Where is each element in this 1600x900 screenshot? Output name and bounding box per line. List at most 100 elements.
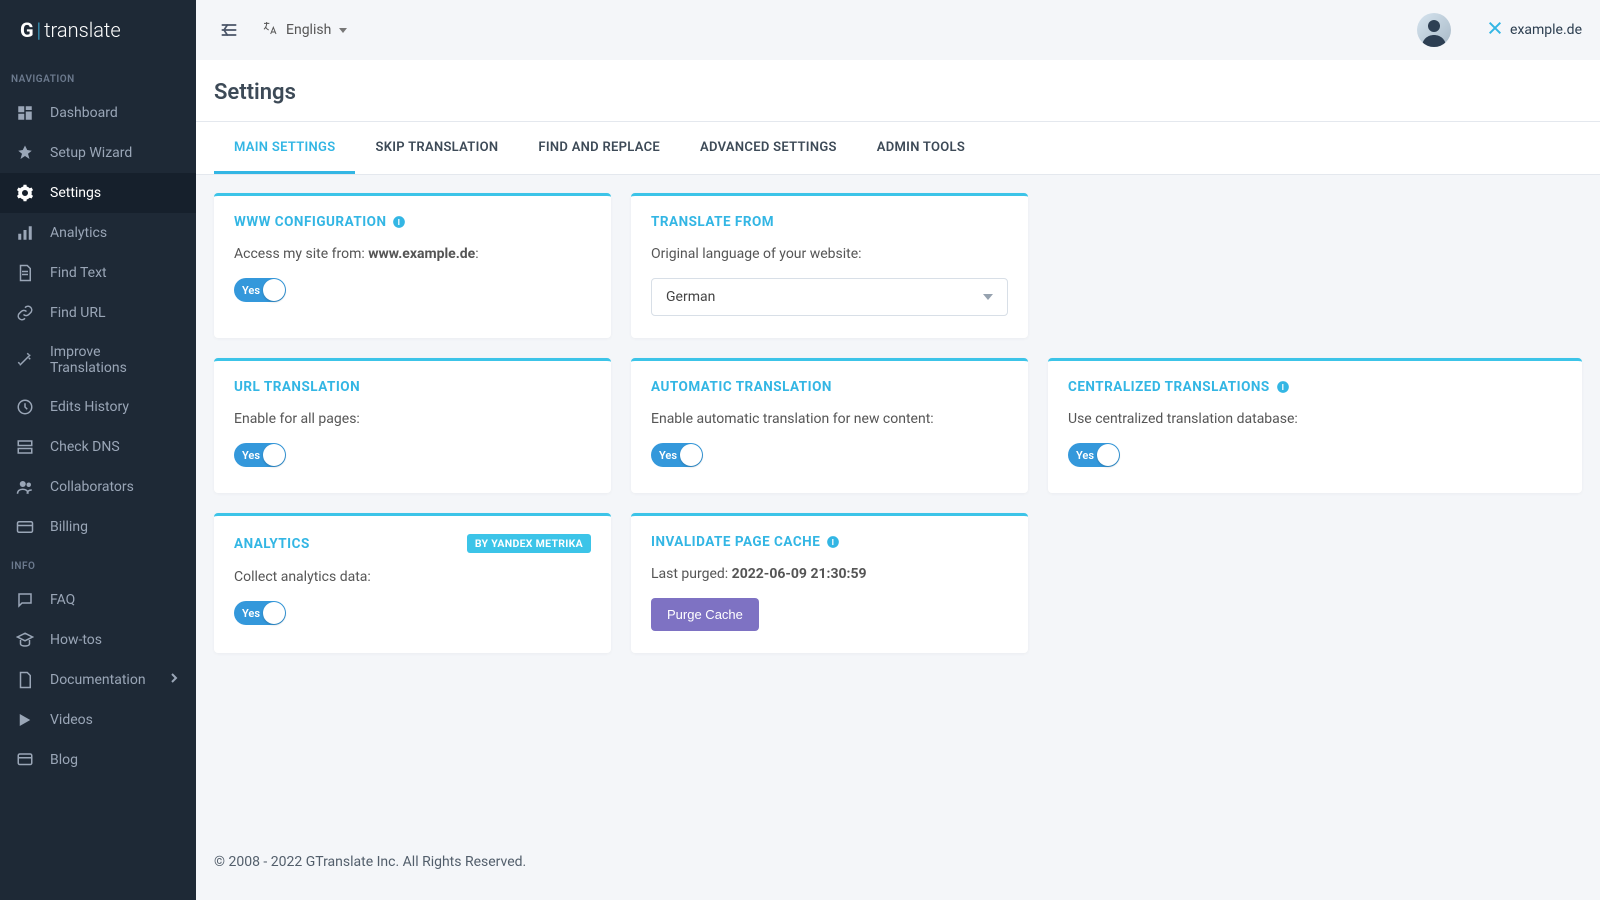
server-icon [16,438,34,456]
select-value: German [666,289,715,305]
sidebar-item-label: Analytics [50,225,107,241]
panel-title: TRANSLATE FROM [651,214,1008,230]
url-translation-toggle[interactable]: Yes [234,443,286,467]
site-label: example.de [1510,22,1582,38]
source-language-select[interactable]: German [651,278,1008,316]
sidebar-item-improve-translations[interactable]: Improve Translations [0,333,196,387]
tab-find-replace[interactable]: FIND AND REPLACE [518,122,680,174]
sidebar-item-blog[interactable]: Blog [0,740,196,780]
sidebar-item-analytics[interactable]: Analytics [0,213,196,253]
panel-desc: Last purged: 2022-06-09 21:30:59 [651,566,1008,582]
sidebar-item-find-url[interactable]: Find URL [0,293,196,333]
chevron-down-icon [983,294,993,300]
panel-url-translation: URL TRANSLATION Enable for all pages: Ye… [214,358,611,493]
search-doc-icon [16,264,34,282]
info-icon[interactable]: i [392,215,406,229]
panel-www-config: WWW CONFIGURATION i Access my site from:… [214,193,611,338]
sidebar-item-videos[interactable]: Videos [0,700,196,740]
sidebar-item-label: Find URL [50,305,106,321]
sidebar-item-billing[interactable]: Billing [0,507,196,547]
file-icon [16,671,34,689]
svg-text:i: i [1281,382,1284,392]
sidebar-item-label: Edits History [50,399,129,415]
panel-invalidate-cache: INVALIDATE PAGE CACHE i Last purged: 202… [631,513,1028,653]
panel-desc: Use centralized translation database: [1068,411,1562,427]
chevron-down-icon [339,28,347,33]
rocket-icon [16,144,34,162]
panel-desc: Enable for all pages: [234,411,591,427]
sidebar-item-label: How-tos [50,632,102,648]
tab-admin-tools[interactable]: ADMIN TOOLS [857,122,985,174]
sidebar: G|translate NAVIGATION Dashboard Setup W… [0,0,196,900]
panel-desc: Enable automatic translation for new con… [651,411,1008,427]
panel-title: AUTOMATIC TRANSLATION [651,379,1008,395]
sidebar-item-dashboard[interactable]: Dashboard [0,93,196,133]
site-icon [1487,20,1503,40]
panel-title: WWW CONFIGURATION i [234,214,591,230]
link-icon [16,304,34,322]
tab-main-settings[interactable]: MAIN SETTINGS [214,122,355,174]
page-title: Settings [196,60,1600,121]
gear-icon [16,184,34,202]
analytics-toggle[interactable]: Yes [234,601,286,625]
panel-desc: Access my site from: www.example.de: [234,246,591,262]
sidebar-item-find-text[interactable]: Find Text [0,253,196,293]
sidebar-item-faq[interactable]: FAQ [0,580,196,620]
bar-chart-icon [16,224,34,242]
svg-text:i: i [832,537,835,547]
panel-centralized-translations: CENTRALIZED TRANSLATIONS i Use centraliz… [1048,358,1582,493]
topbar: English example.de [196,0,1600,60]
sidebar-item-howtos[interactable]: How-tos [0,620,196,660]
sidebar-item-edits-history[interactable]: Edits History [0,387,196,427]
sidebar-item-label: Dashboard [50,105,118,121]
sidebar-item-setup-wizard[interactable]: Setup Wizard [0,133,196,173]
auto-translation-toggle[interactable]: Yes [651,443,703,467]
info-icon[interactable]: i [1276,380,1290,394]
panel-desc: Original language of your website: [651,246,1008,262]
sidebar-item-label: Videos [50,712,93,728]
sidebar-item-collaborators[interactable]: Collaborators [0,467,196,507]
panel-analytics: ANALYTICS BY YANDEX METRIKA Collect anal… [214,513,611,653]
tab-skip-translation[interactable]: SKIP TRANSLATION [355,122,518,174]
language-label: English [286,22,331,38]
sidebar-item-settings[interactable]: Settings [0,173,196,213]
history-icon [16,398,34,416]
users-icon [16,478,34,496]
panel-desc: Collect analytics data: [234,569,591,585]
centralized-toggle[interactable]: Yes [1068,443,1120,467]
translate-icon [262,20,278,40]
tabs: MAIN SETTINGS SKIP TRANSLATION FIND AND … [196,121,1600,175]
panel-automatic-translation: AUTOMATIC TRANSLATION Enable automatic t… [631,358,1028,493]
purge-cache-button[interactable]: Purge Cache [651,598,759,631]
sidebar-item-label: Find Text [50,265,107,281]
sidebar-item-label: Blog [50,752,78,768]
panel-title: ANALYTICS BY YANDEX METRIKA [234,534,591,553]
graduation-icon [16,631,34,649]
svg-text:i: i [398,217,401,227]
sidebar-item-label: Setup Wizard [50,145,132,161]
collapse-sidebar-button[interactable] [214,15,244,45]
sidebar-item-documentation[interactable]: Documentation [0,660,196,700]
wand-icon [16,351,34,369]
sidebar-item-label: Documentation [50,672,146,688]
panel-title: INVALIDATE PAGE CACHE i [651,534,1008,550]
tab-advanced-settings[interactable]: ADVANCED SETTINGS [680,122,857,174]
site-link[interactable]: example.de [1487,20,1582,40]
panel-translate-from: TRANSLATE FROM Original language of your… [631,193,1028,338]
nav-heading-navigation: NAVIGATION [0,60,196,93]
nav-heading-info: INFO [0,547,196,580]
logo[interactable]: G|translate [0,0,196,60]
card-icon [16,518,34,536]
avatar[interactable] [1417,13,1451,47]
panel-title: URL TRANSLATION [234,379,591,395]
sidebar-item-label: Settings [50,185,101,201]
blog-icon [16,751,34,769]
sidebar-item-label: FAQ [50,592,75,608]
play-icon [16,711,34,729]
language-selector[interactable]: English [262,20,347,40]
footer-copyright: © 2008 - 2022 GTranslate Inc. All Rights… [196,836,1600,900]
www-toggle[interactable]: Yes [234,278,286,302]
sidebar-item-check-dns[interactable]: Check DNS [0,427,196,467]
sidebar-item-label: Check DNS [50,439,120,455]
info-icon[interactable]: i [826,535,840,549]
